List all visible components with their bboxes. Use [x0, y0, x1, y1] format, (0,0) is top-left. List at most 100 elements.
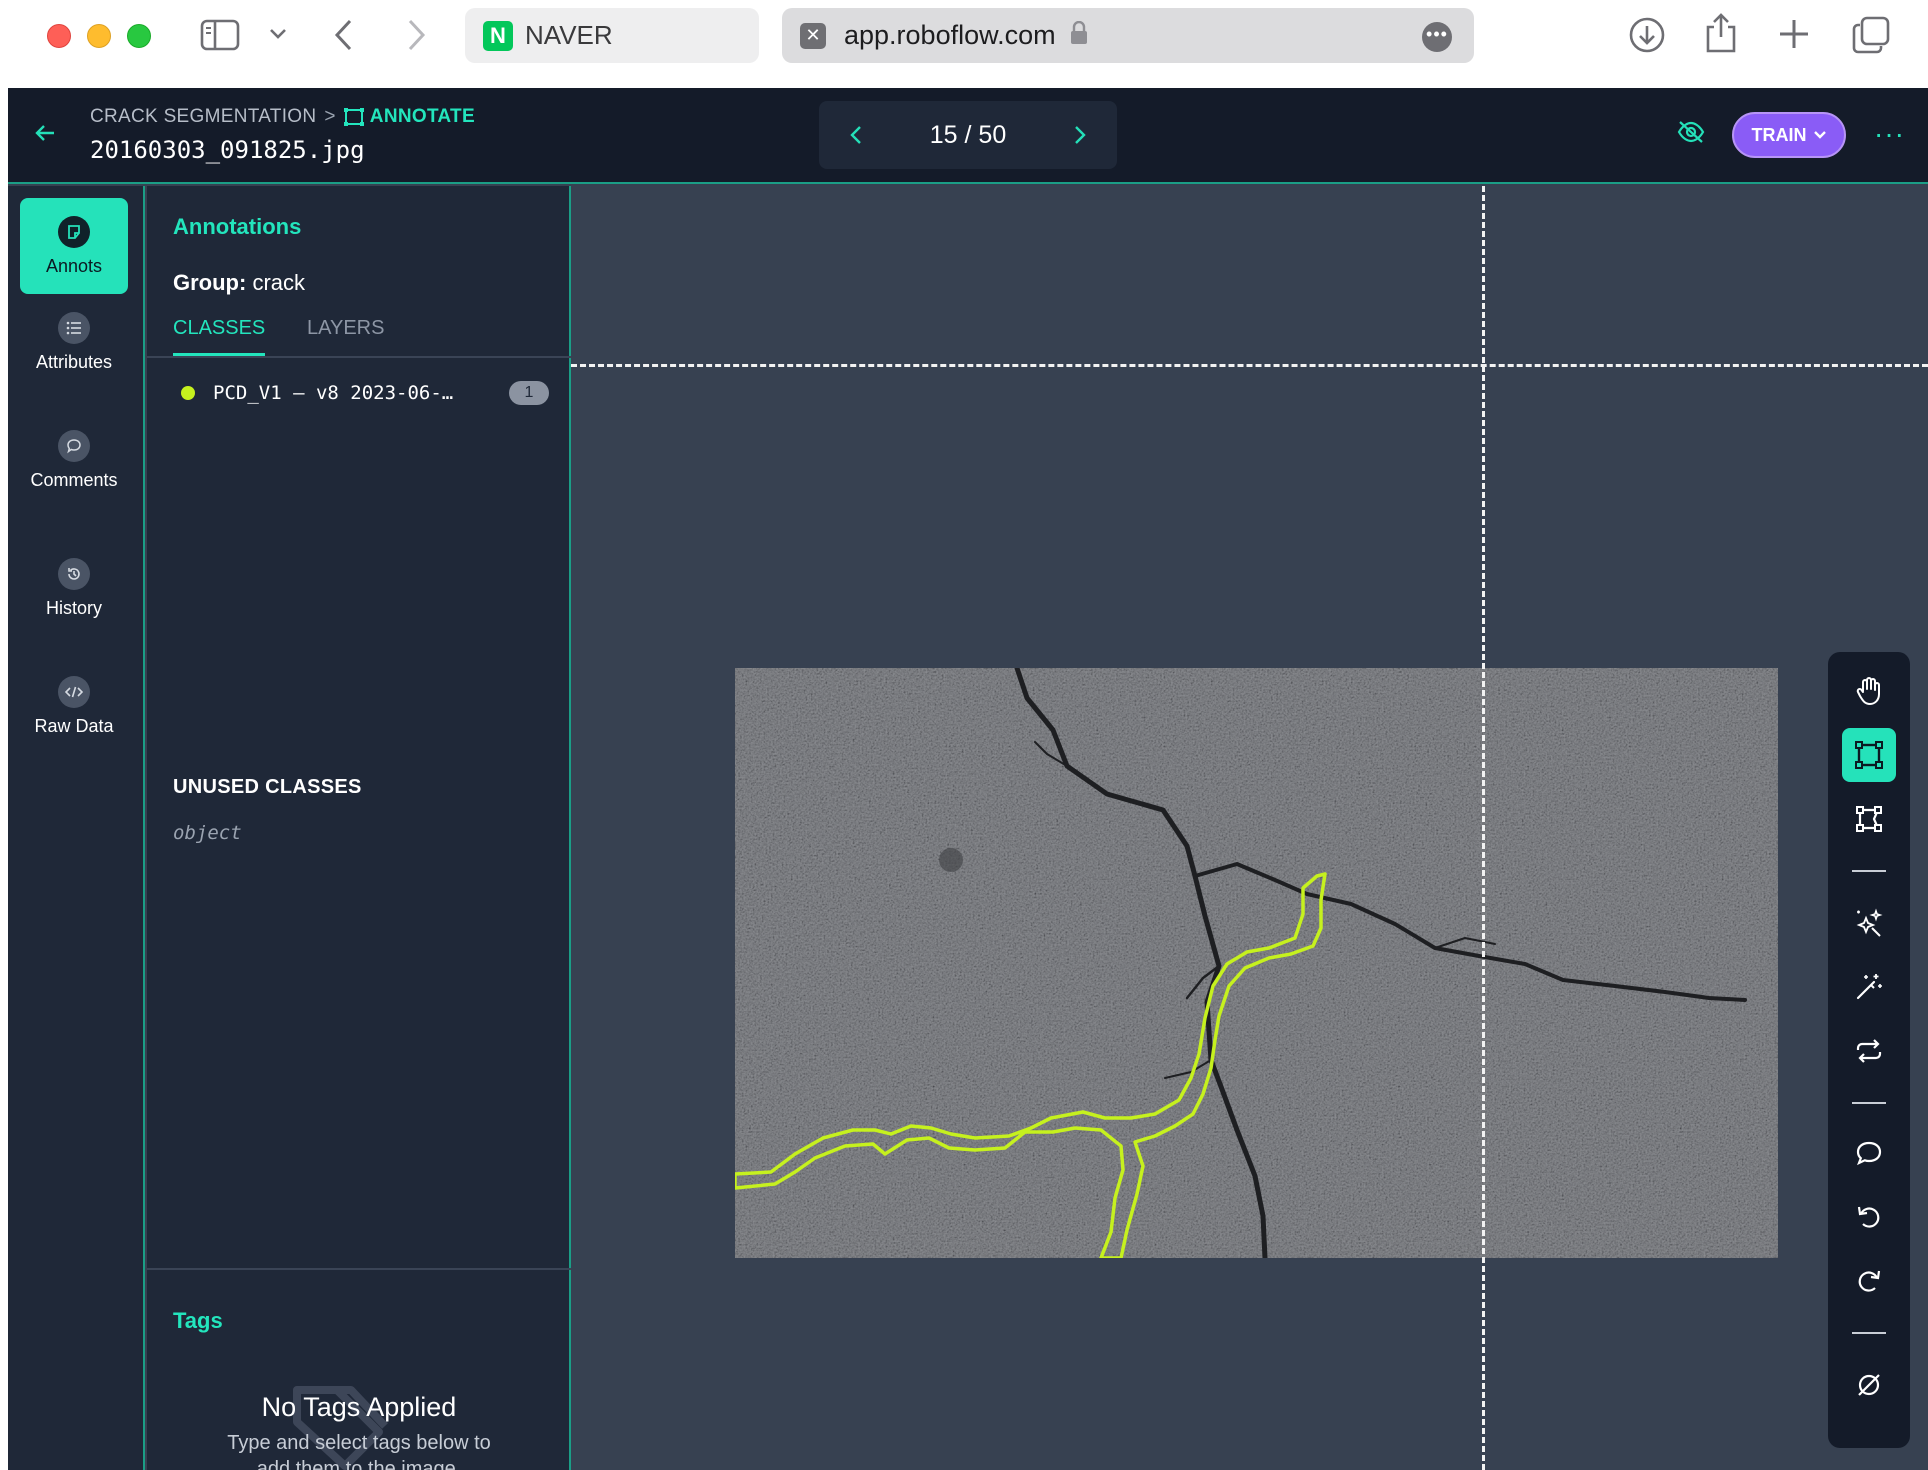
- pager-position: 15 / 50: [929, 120, 1007, 149]
- bounding-box-icon: [1855, 741, 1883, 769]
- hand-icon: [1856, 677, 1880, 705]
- tab-classes[interactable]: CLASSES: [173, 314, 266, 356]
- no-tags-title: No Tags Applied: [261, 1392, 457, 1422]
- tab-layers[interactable]: LAYERS: [307, 314, 384, 356]
- nav-label: Annots: [45, 255, 103, 276]
- panel-tabs: CLASSES LAYERS: [147, 314, 571, 358]
- annotation-toolbar: [1828, 652, 1910, 1448]
- smart-polygon-icon: [1856, 908, 1883, 937]
- train-label: TRAIN: [1751, 124, 1807, 145]
- bounding-box-tool-button[interactable]: [1842, 728, 1896, 782]
- annotation-icon: [58, 215, 90, 248]
- window-close-button[interactable]: [47, 24, 71, 48]
- address-text[interactable]: app.roboflow.com: [844, 20, 1056, 51]
- undo-button[interactable]: [1842, 1190, 1896, 1244]
- nav-item-raw-data[interactable]: Raw Data: [20, 658, 128, 754]
- browser-tab-naver[interactable]: N NAVER: [465, 8, 759, 63]
- sidebar-toggle-icon[interactable]: [200, 18, 240, 52]
- close-icon[interactable]: ✕: [800, 22, 826, 49]
- crosshair-horizontal: [571, 364, 1928, 367]
- breadcrumb-current: ANNOTATE: [343, 106, 475, 128]
- crosshair-vertical: [1482, 186, 1485, 1470]
- tags-title: Tags: [173, 1308, 223, 1333]
- lock-icon: [1070, 20, 1088, 50]
- window-zoom-button[interactable]: [127, 24, 151, 48]
- undo-icon: [1857, 1206, 1880, 1228]
- comment-icon: [58, 429, 90, 462]
- clear-button[interactable]: [1842, 1358, 1896, 1412]
- nav-label: Attributes: [35, 351, 113, 372]
- toolbar-divider: [1852, 1102, 1886, 1104]
- group-value: crack: [252, 270, 306, 295]
- unused-classes-heading: UNUSED CLASSES: [173, 776, 362, 798]
- comment-icon: [1856, 1141, 1882, 1166]
- clear-icon: [1858, 1374, 1880, 1396]
- toolbar-divider: [1852, 1332, 1886, 1334]
- tab-overview-icon[interactable]: [1852, 16, 1890, 54]
- group-line: Group: crack: [173, 270, 305, 296]
- nav-label: Raw Data: [34, 715, 114, 736]
- group-label: Group:: [173, 270, 247, 295]
- chevron-down-icon: [1813, 131, 1826, 139]
- breadcrumb-project[interactable]: CRACK SEGMENTATION: [90, 106, 316, 128]
- annotation-canvas[interactable]: [571, 186, 1928, 1470]
- next-image-button[interactable]: [1073, 124, 1087, 146]
- unused-class-item[interactable]: object: [173, 822, 242, 844]
- previous-image-button[interactable]: [849, 124, 863, 146]
- no-tags-description: Type and select tags below to add them t…: [147, 1430, 571, 1470]
- nav-item-attributes[interactable]: Attributes: [20, 294, 128, 390]
- window-minimize-button[interactable]: [87, 24, 111, 48]
- more-options-icon[interactable]: •••: [1422, 22, 1452, 52]
- browser-toolbar: N NAVER ✕ app.roboflow.com •••: [0, 0, 1928, 88]
- breadcrumb-separator: >: [324, 106, 336, 127]
- file-name: 20160303_091825.jpg: [90, 136, 365, 164]
- browser-back-icon[interactable]: [332, 18, 356, 52]
- back-arrow-icon[interactable]: [34, 122, 56, 149]
- class-color-dot: [181, 386, 195, 400]
- code-icon: [58, 675, 90, 708]
- polygon-tool-button[interactable]: [1842, 792, 1896, 846]
- image-pager: 15 / 50: [819, 101, 1117, 169]
- no-tags-line-1: Type and select tags below to: [227, 1432, 491, 1454]
- share-icon[interactable]: [1704, 12, 1738, 54]
- more-menu-icon[interactable]: ···: [1874, 118, 1905, 150]
- divider: [147, 1268, 571, 1270]
- magic-wand-tool-button[interactable]: [1842, 960, 1896, 1014]
- list-icon: [58, 311, 90, 344]
- repeat-tool-button[interactable]: [1842, 1024, 1896, 1078]
- nav-item-history[interactable]: History: [20, 540, 128, 636]
- annotate-icon: [343, 108, 364, 126]
- no-tags-line-2: add them to the image.: [256, 1458, 462, 1470]
- redo-button[interactable]: [1842, 1254, 1896, 1308]
- nav-label: Comments: [30, 469, 118, 490]
- naver-logo: N: [483, 20, 513, 51]
- hand-tool-button[interactable]: [1842, 664, 1896, 718]
- class-count-badge: 1: [509, 381, 549, 405]
- chevron-left-icon: [850, 126, 861, 144]
- comment-tool-button[interactable]: [1842, 1126, 1896, 1180]
- class-list-item[interactable]: PCD_V1 – v8 2023-06-… 1: [173, 378, 549, 408]
- image-with-annotation[interactable]: [735, 668, 1778, 1258]
- nav-label: History: [45, 597, 102, 618]
- asphalt-image: [735, 668, 1778, 1258]
- tab-label: NAVER: [525, 20, 613, 50]
- chevron-right-icon: [1075, 126, 1086, 144]
- history-icon: [58, 557, 90, 590]
- download-icon[interactable]: [1628, 16, 1666, 54]
- nav-item-annots[interactable]: Annots: [20, 198, 128, 294]
- class-name: PCD_V1 – v8 2023-06-…: [213, 382, 454, 404]
- smart-polygon-tool-button[interactable]: [1842, 896, 1896, 950]
- train-button[interactable]: TRAIN: [1732, 112, 1846, 158]
- roboflow-app: CRACK SEGMENTATION > ANNOTATE 20160303_0…: [8, 88, 1928, 1470]
- breadcrumb: CRACK SEGMENTATION > ANNOTATE: [90, 106, 475, 128]
- magic-wand-icon: [1856, 974, 1882, 1000]
- chevron-down-icon[interactable]: [268, 26, 288, 42]
- browser-forward-icon[interactable]: [404, 18, 428, 52]
- annotations-panel: Annotations Group: crack CLASSES LAYERS …: [147, 186, 571, 1470]
- hide-annotations-icon[interactable]: [1676, 120, 1706, 149]
- browser-tab-roboflow[interactable]: ✕ app.roboflow.com •••: [782, 8, 1474, 63]
- app-header: CRACK SEGMENTATION > ANNOTATE 20160303_0…: [8, 88, 1928, 184]
- nav-item-comments[interactable]: Comments: [20, 412, 128, 508]
- left-nav: Annots Attributes Comments History Raw D…: [8, 186, 145, 1470]
- new-tab-icon[interactable]: [1778, 18, 1810, 50]
